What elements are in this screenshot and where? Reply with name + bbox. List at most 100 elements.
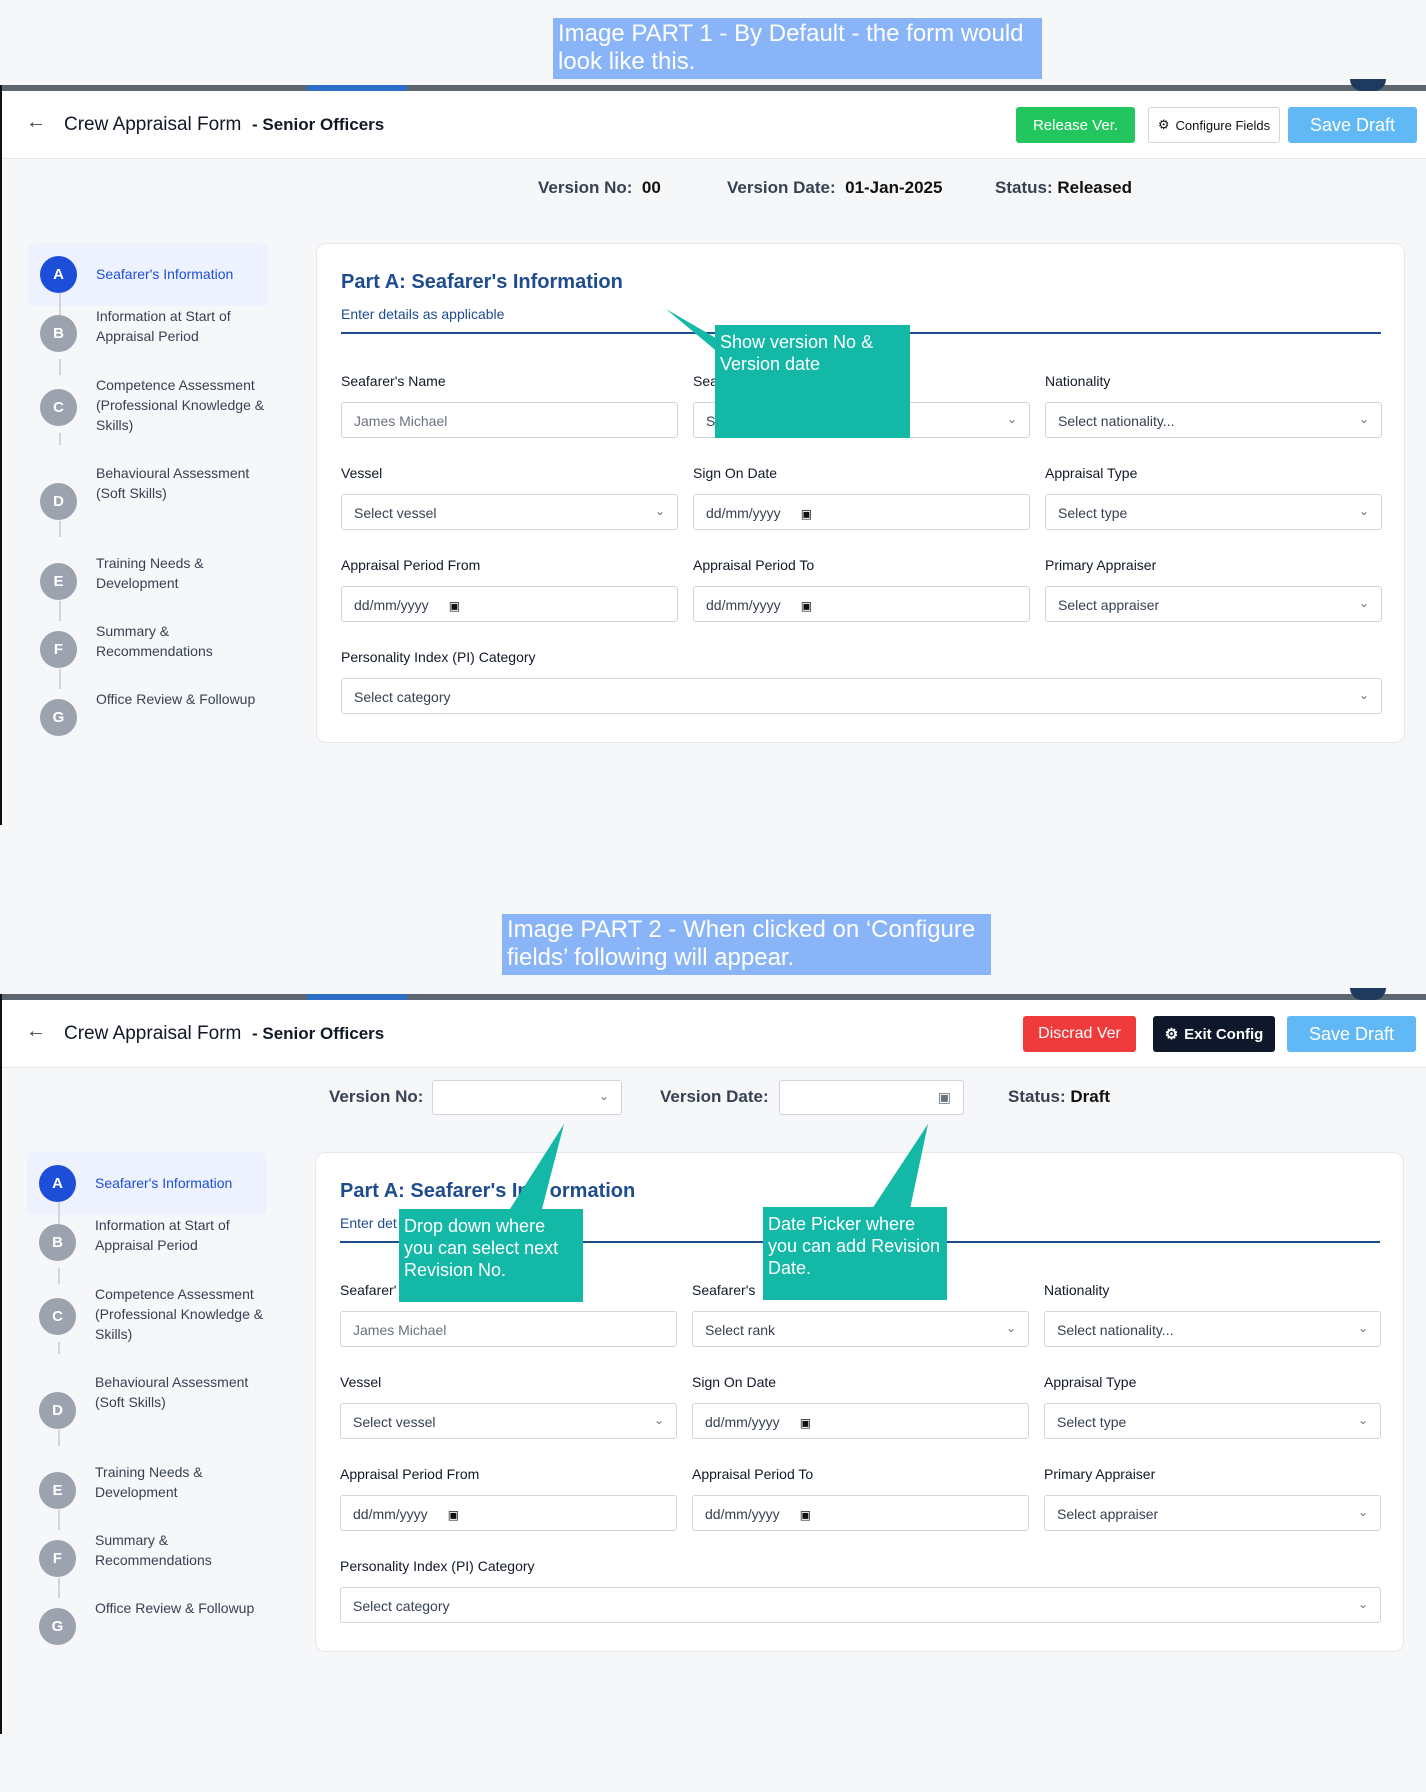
primary-appraiser-select[interactable]: Select appraiser ⌄: [1044, 1495, 1381, 1531]
seafarer-name-input[interactable]: James Michael: [340, 1311, 677, 1347]
nationality-label: Nationality: [1045, 373, 1111, 389]
calendar-icon[interactable]: ▣: [448, 1508, 459, 1522]
pi-category-field: Personality Index (PI) Category Select c…: [341, 649, 1382, 714]
arrow-left-icon[interactable]: ←: [26, 1020, 46, 1043]
nationality-select[interactable]: Select nationality... ⌄: [1045, 402, 1382, 438]
chevron-down-icon: ⌄: [1357, 1413, 1368, 1427]
version-date-picker[interactable]: ▣: [779, 1080, 964, 1115]
pi-category-select[interactable]: Select category ⌄: [341, 678, 1382, 714]
step-c-circle: C: [40, 389, 77, 426]
step-e-label: Training Needs & Development: [95, 1464, 203, 1500]
vessel-select[interactable]: Select vessel ⌄: [340, 1403, 677, 1439]
exit-config-button[interactable]: ⚙ Exit Config: [1153, 1016, 1275, 1052]
period-from-label: Appraisal Period From: [341, 557, 481, 573]
vessel-value: Select vessel: [354, 505, 437, 521]
status-value: Released: [1057, 178, 1133, 197]
step-a-circle: A: [40, 256, 77, 293]
period-to-label: Appraisal Period To: [693, 557, 815, 573]
step-e-circle: E: [39, 1472, 76, 1509]
caption-part-1: Image PART 1 - By Default - the form wou…: [553, 18, 1042, 79]
primary-appraiser-select[interactable]: Select appraiser ⌄: [1045, 586, 1382, 622]
gear-icon: ⚙: [1157, 117, 1170, 132]
sign-on-date-label: Sign On Date: [692, 1374, 777, 1390]
calendar-icon[interactable]: ▣: [938, 1089, 951, 1106]
step-g-circle: G: [40, 699, 77, 736]
chevron-down-icon: ⌄: [1358, 412, 1369, 426]
avatar: [1350, 988, 1386, 1000]
calendar-icon[interactable]: ▣: [801, 507, 812, 521]
vessel-field: Vessel Select vessel ⌄: [340, 1374, 677, 1439]
primary-appraiser-label: Primary Appraiser: [1045, 557, 1157, 573]
status-label: Status:: [1008, 1087, 1066, 1106]
step-connector: [58, 1202, 60, 1224]
calendar-icon[interactable]: ▣: [449, 599, 460, 613]
period-from-label: Appraisal Period From: [340, 1466, 480, 1482]
version-date: Version Date: 01-Jan-2025: [727, 178, 942, 198]
step-connector: [59, 359, 61, 375]
step-connector: [58, 1430, 60, 1446]
exit-config-label: Exit Config: [1184, 1025, 1264, 1043]
form-panel-default: ← Crew Appraisal Form - Senior Officers …: [0, 79, 1426, 825]
release-version-button[interactable]: Release Ver.: [1016, 107, 1135, 143]
step-g-circle: G: [39, 1608, 76, 1645]
pi-category-field: Personality Index (PI) Category Select c…: [340, 1558, 1381, 1623]
vessel-field: Vessel Select vessel ⌄: [341, 465, 678, 530]
step-d-label: Behavioural Assessment (Soft Skills): [96, 465, 250, 501]
nationality-value: Select nationality...: [1058, 413, 1175, 429]
step-g-label: Office Review & Followup: [96, 691, 256, 707]
seafarer-name-value: James Michael: [353, 1322, 447, 1338]
version-no-select[interactable]: ⌄: [432, 1080, 622, 1115]
sign-on-date-field: Sign On Date dd/mm/yyyy ▣: [692, 1374, 1029, 1439]
sign-on-date-input[interactable]: dd/mm/yyyy ▣: [693, 494, 1030, 530]
pi-category-value: Select category: [353, 1598, 450, 1614]
form-header: ← Crew Appraisal Form - Senior Officers …: [2, 91, 1426, 159]
step-b-circle: B: [40, 315, 77, 352]
appraisal-type-select[interactable]: Select type ⌄: [1044, 1403, 1381, 1439]
configure-fields-button[interactable]: ⚙ Configure Fields: [1148, 107, 1280, 143]
sign-on-date-label: Sign On Date: [693, 465, 778, 481]
version-no-label: Version No:: [329, 1087, 424, 1106]
step-d-label: Behavioural Assessment (Soft Skills): [95, 1374, 249, 1410]
callout-dropdown-text: Drop down where you can select next Revi…: [404, 1216, 559, 1280]
step-a-label: Seafarer's Information: [95, 1175, 233, 1191]
step-a[interactable]: A Seafarer's Information: [27, 1152, 267, 1215]
step-connector: [58, 1268, 60, 1284]
save-draft-button[interactable]: Save Draft: [1288, 107, 1417, 143]
nationality-select[interactable]: Select nationality... ⌄: [1044, 1311, 1381, 1347]
appraisal-type-label: Appraisal Type: [1044, 1374, 1137, 1390]
primary-appraiser-field: Primary Appraiser Select appraiser ⌄: [1044, 1466, 1381, 1531]
discard-version-button[interactable]: Discrad Ver: [1023, 1016, 1136, 1052]
step-a-circle: A: [39, 1165, 76, 1202]
step-connector: [58, 1510, 60, 1530]
step-f-circle: F: [40, 631, 77, 668]
calendar-icon[interactable]: ▣: [800, 1416, 811, 1430]
release-version-label: Release Ver.: [1032, 116, 1119, 134]
appraisal-type-select[interactable]: Select type ⌄: [1045, 494, 1382, 530]
callout-version-dropdown: Drop down where you can select next Revi…: [399, 1209, 583, 1302]
save-draft-button[interactable]: Save Draft: [1287, 1016, 1416, 1052]
calendar-icon[interactable]: ▣: [800, 1508, 811, 1522]
seafarer-name-input[interactable]: James Michael: [341, 402, 678, 438]
arrow-left-icon[interactable]: ←: [26, 111, 46, 134]
period-from-input[interactable]: dd/mm/yyyy ▣: [340, 1495, 677, 1531]
step-f-label: Summary & Recommendations: [95, 1532, 212, 1568]
period-to-input[interactable]: dd/mm/yyyy ▣: [693, 586, 1030, 622]
vessel-value: Select vessel: [353, 1414, 436, 1430]
chevron-down-icon: ⌄: [1357, 1597, 1368, 1611]
pi-category-select[interactable]: Select category ⌄: [340, 1587, 1381, 1623]
sign-on-date-input[interactable]: dd/mm/yyyy ▣: [692, 1403, 1029, 1439]
period-from-input[interactable]: dd/mm/yyyy ▣: [341, 586, 678, 622]
period-to-field: Appraisal Period To dd/mm/yyyy ▣: [692, 1466, 1029, 1531]
seafarer-rank-value: Select rank: [705, 1322, 776, 1338]
calendar-icon[interactable]: ▣: [801, 599, 812, 613]
step-e-label: Training Needs & Development: [96, 555, 204, 591]
version-no: Version No: 00: [538, 178, 661, 198]
chevron-down-icon: ⌄: [654, 504, 665, 518]
seafarer-name-field: Seafarer's Name James Michael: [341, 373, 678, 438]
vessel-select[interactable]: Select vessel ⌄: [341, 494, 678, 530]
step-connector: [59, 433, 61, 445]
step-c-label: Competence Assessment (Professional Know…: [96, 377, 265, 433]
step-a[interactable]: A Seafarer's Information: [28, 243, 268, 306]
seafarer-rank-select[interactable]: Select rank ⌄: [692, 1311, 1029, 1347]
period-to-input[interactable]: dd/mm/yyyy ▣: [692, 1495, 1029, 1531]
